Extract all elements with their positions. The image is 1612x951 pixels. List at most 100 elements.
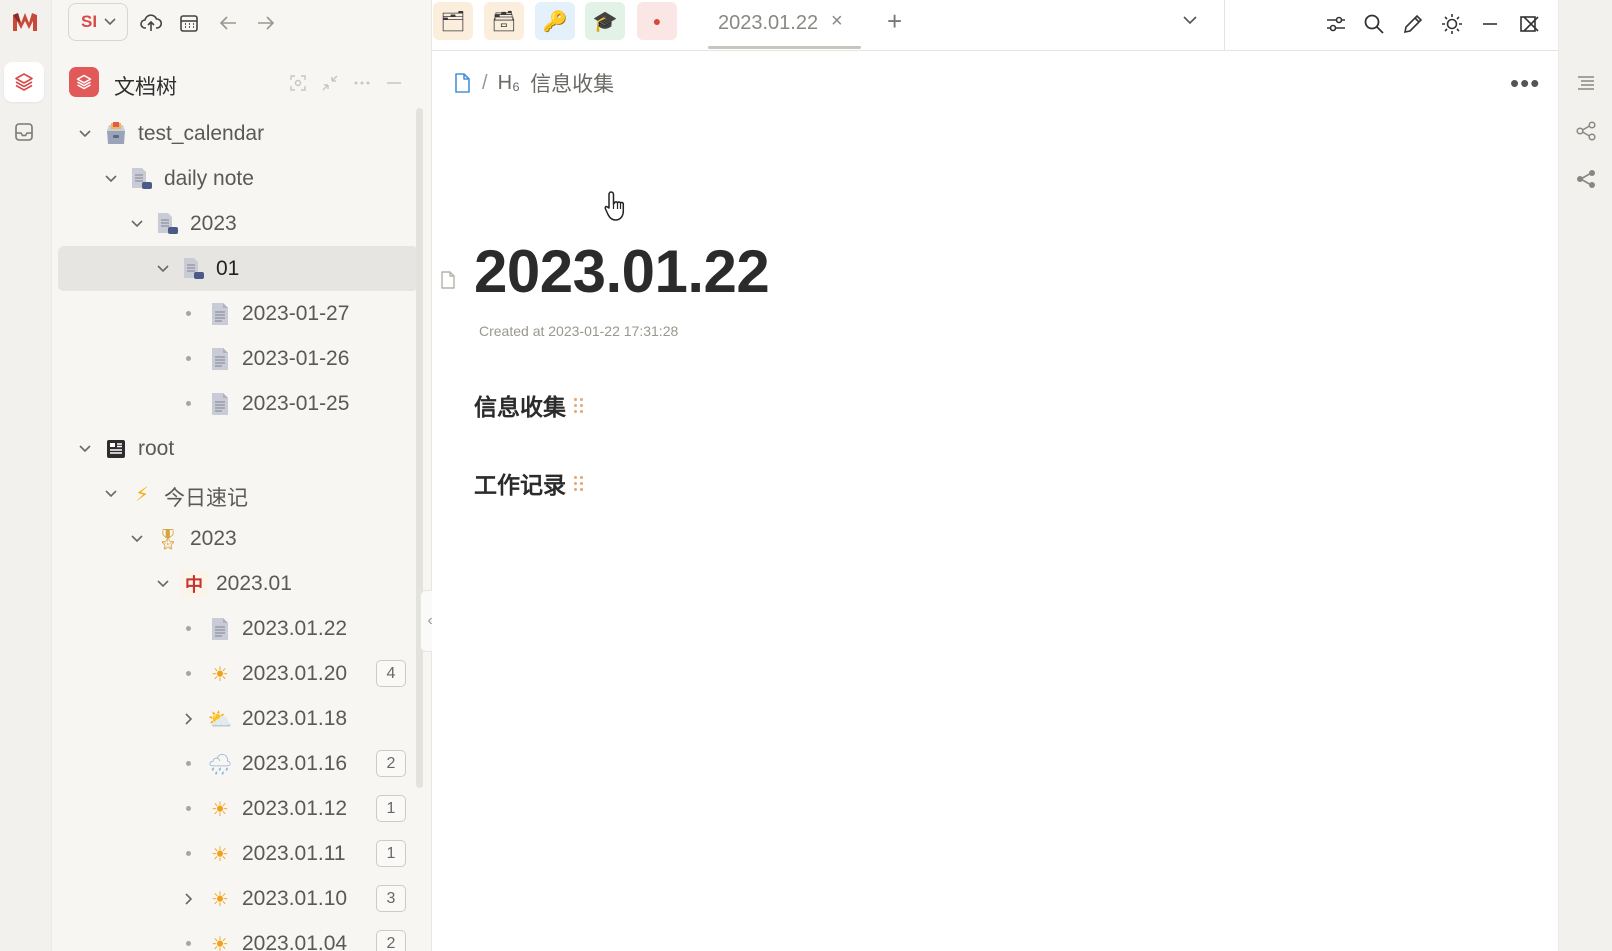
- collapse-all-button[interactable]: [319, 72, 341, 94]
- newspaper-icon[interactable]: [102, 435, 130, 463]
- window-close-button[interactable]: [1517, 10, 1545, 38]
- global-graph-button[interactable]: [1573, 166, 1599, 192]
- tree-item-label: 2023.01.20: [242, 662, 348, 685]
- tree-item-label: 01: [216, 257, 240, 280]
- chevron-down-icon[interactable]: [154, 575, 172, 593]
- document-icon[interactable]: [206, 345, 234, 373]
- medal-icon[interactable]: 🎖: [154, 525, 182, 553]
- back-button[interactable]: [215, 10, 241, 36]
- tree-item[interactable]: 🎖 2023: [58, 516, 418, 561]
- workspace-switch-button[interactable]: SI: [68, 3, 128, 41]
- tree-item[interactable]: ☀ 2023.01.12 1: [58, 786, 418, 831]
- lightning-icon[interactable]: ⚡: [128, 480, 156, 508]
- doc-icon-gutter[interactable]: [440, 270, 456, 295]
- chevron-right-icon[interactable]: [180, 710, 198, 728]
- focus-current-doc-button[interactable]: [287, 72, 309, 94]
- block-drag-handle-icon[interactable]: [574, 475, 583, 491]
- settings-button[interactable]: [1322, 10, 1350, 38]
- pinned-tab[interactable]: 🗃: [484, 2, 524, 40]
- theme-toggle-button[interactable]: [1438, 10, 1466, 38]
- document-icon[interactable]: [206, 615, 234, 643]
- sun-icon[interactable]: ☀: [206, 795, 234, 823]
- mahjong-red-dragon-icon[interactable]: 中: [180, 570, 208, 598]
- app-logo-icon[interactable]: [10, 9, 40, 35]
- backlink-count-badge[interactable]: 4: [376, 660, 406, 687]
- breadcrumb-item[interactable]: 信息收集: [530, 68, 614, 98]
- doc-title[interactable]: 2023.01.22: [474, 237, 770, 306]
- tree-item[interactable]: 01: [58, 246, 418, 291]
- rain-cloud-icon[interactable]: 🌧: [206, 750, 234, 778]
- tree-item[interactable]: 2023-01-26: [58, 336, 418, 381]
- tree-item[interactable]: 2023-01-27: [58, 291, 418, 336]
- search-icon: [1364, 14, 1384, 34]
- tab-list-dropdown[interactable]: [1182, 13, 1198, 32]
- chevron-down-icon[interactable]: [128, 215, 146, 233]
- tree-item[interactable]: ☀ 2023.01.11 1: [58, 831, 418, 876]
- minimize-panel-button[interactable]: [383, 72, 405, 94]
- new-tab-button[interactable]: +: [887, 6, 902, 37]
- tree-item[interactable]: daily note: [58, 156, 418, 201]
- tree-item[interactable]: 2023-01-25: [58, 381, 418, 426]
- sliders-icon: [1327, 16, 1345, 32]
- sun-icon[interactable]: ☀: [206, 660, 234, 688]
- cloud-upload-icon: [140, 14, 163, 31]
- doc-stack-icon[interactable]: [180, 255, 208, 283]
- inbox-panel-button[interactable]: [4, 112, 44, 152]
- tree-item[interactable]: root: [58, 426, 418, 471]
- notebook-box-icon[interactable]: [102, 120, 130, 148]
- tree-item[interactable]: 🌧 2023.01.16 2: [58, 741, 418, 786]
- search-button[interactable]: [1360, 10, 1388, 38]
- tab-2023-01-22[interactable]: 2023.01.22 ×: [708, 0, 861, 51]
- backlink-count-badge[interactable]: 2: [376, 750, 406, 777]
- backlink-count-badge[interactable]: 1: [376, 840, 406, 867]
- tree-item[interactable]: ⚡ 今日速记: [58, 471, 418, 516]
- tree-item[interactable]: 2023: [58, 201, 418, 246]
- sun-icon[interactable]: ☀: [206, 885, 234, 913]
- chevron-down-icon[interactable]: [102, 170, 120, 188]
- chevron-right-icon[interactable]: [180, 890, 198, 908]
- heading-block[interactable]: 工作记录: [474, 466, 583, 500]
- tree-item[interactable]: 中 2023.01: [58, 561, 418, 606]
- chevron-down-icon[interactable]: [128, 530, 146, 548]
- backlink-count-badge[interactable]: 2: [376, 930, 406, 951]
- tree-item[interactable]: ☀ 2023.01.04 2: [58, 921, 418, 951]
- chevron-down-icon[interactable]: [76, 440, 94, 458]
- calendar-button[interactable]: [176, 10, 202, 36]
- tree-item[interactable]: 2023.01.22: [58, 606, 418, 651]
- chevron-down-icon[interactable]: [154, 260, 172, 278]
- block-drag-handle-icon[interactable]: [574, 397, 583, 413]
- chevron-down-icon[interactable]: [76, 125, 94, 143]
- doc-tree-panel-button[interactable]: [4, 62, 44, 102]
- doc-stack-icon[interactable]: [128, 165, 156, 193]
- sun-icon[interactable]: ☀: [206, 930, 234, 951]
- doc-created-time: Created at 2023-01-22 17:31:28: [479, 323, 679, 339]
- outline-button[interactable]: [1573, 70, 1599, 96]
- window-minimize-button[interactable]: [1476, 10, 1504, 38]
- tree-item[interactable]: ⛅ 2023.01.18: [58, 696, 418, 741]
- graph-view-button[interactable]: [1573, 118, 1599, 144]
- tab-close-button[interactable]: ×: [831, 10, 843, 33]
- tree-item[interactable]: ☀ 2023.01.20 4: [58, 651, 418, 696]
- backlink-count-badge[interactable]: 1: [376, 795, 406, 822]
- sidebar-scrollbar[interactable]: [416, 108, 423, 788]
- pinned-tab[interactable]: ●: [637, 2, 677, 40]
- editor-more-button[interactable]: •••: [1510, 68, 1540, 99]
- chevron-down-icon[interactable]: [102, 485, 120, 503]
- document-icon[interactable]: [206, 390, 234, 418]
- heading-block[interactable]: 信息收集: [474, 388, 583, 422]
- doc-stack-icon[interactable]: [154, 210, 182, 238]
- edit-mode-button[interactable]: [1399, 10, 1427, 38]
- forward-button[interactable]: [253, 10, 279, 36]
- pinned-tab[interactable]: 🗂: [433, 2, 473, 40]
- document-icon[interactable]: [452, 72, 472, 94]
- document-icon[interactable]: [206, 300, 234, 328]
- tree-item[interactable]: ☀ 2023.01.10 3: [58, 876, 418, 921]
- sun-icon[interactable]: ☀: [206, 840, 234, 868]
- pinned-tab[interactable]: 🎓: [585, 2, 625, 40]
- tree-more-button[interactable]: [351, 72, 373, 94]
- sync-button[interactable]: [138, 10, 164, 36]
- backlink-count-badge[interactable]: 3: [376, 885, 406, 912]
- pinned-tab[interactable]: 🔑: [535, 2, 575, 40]
- sun-behind-cloud-icon[interactable]: ⛅: [206, 705, 234, 733]
- tree-item[interactable]: test_calendar: [58, 111, 418, 156]
